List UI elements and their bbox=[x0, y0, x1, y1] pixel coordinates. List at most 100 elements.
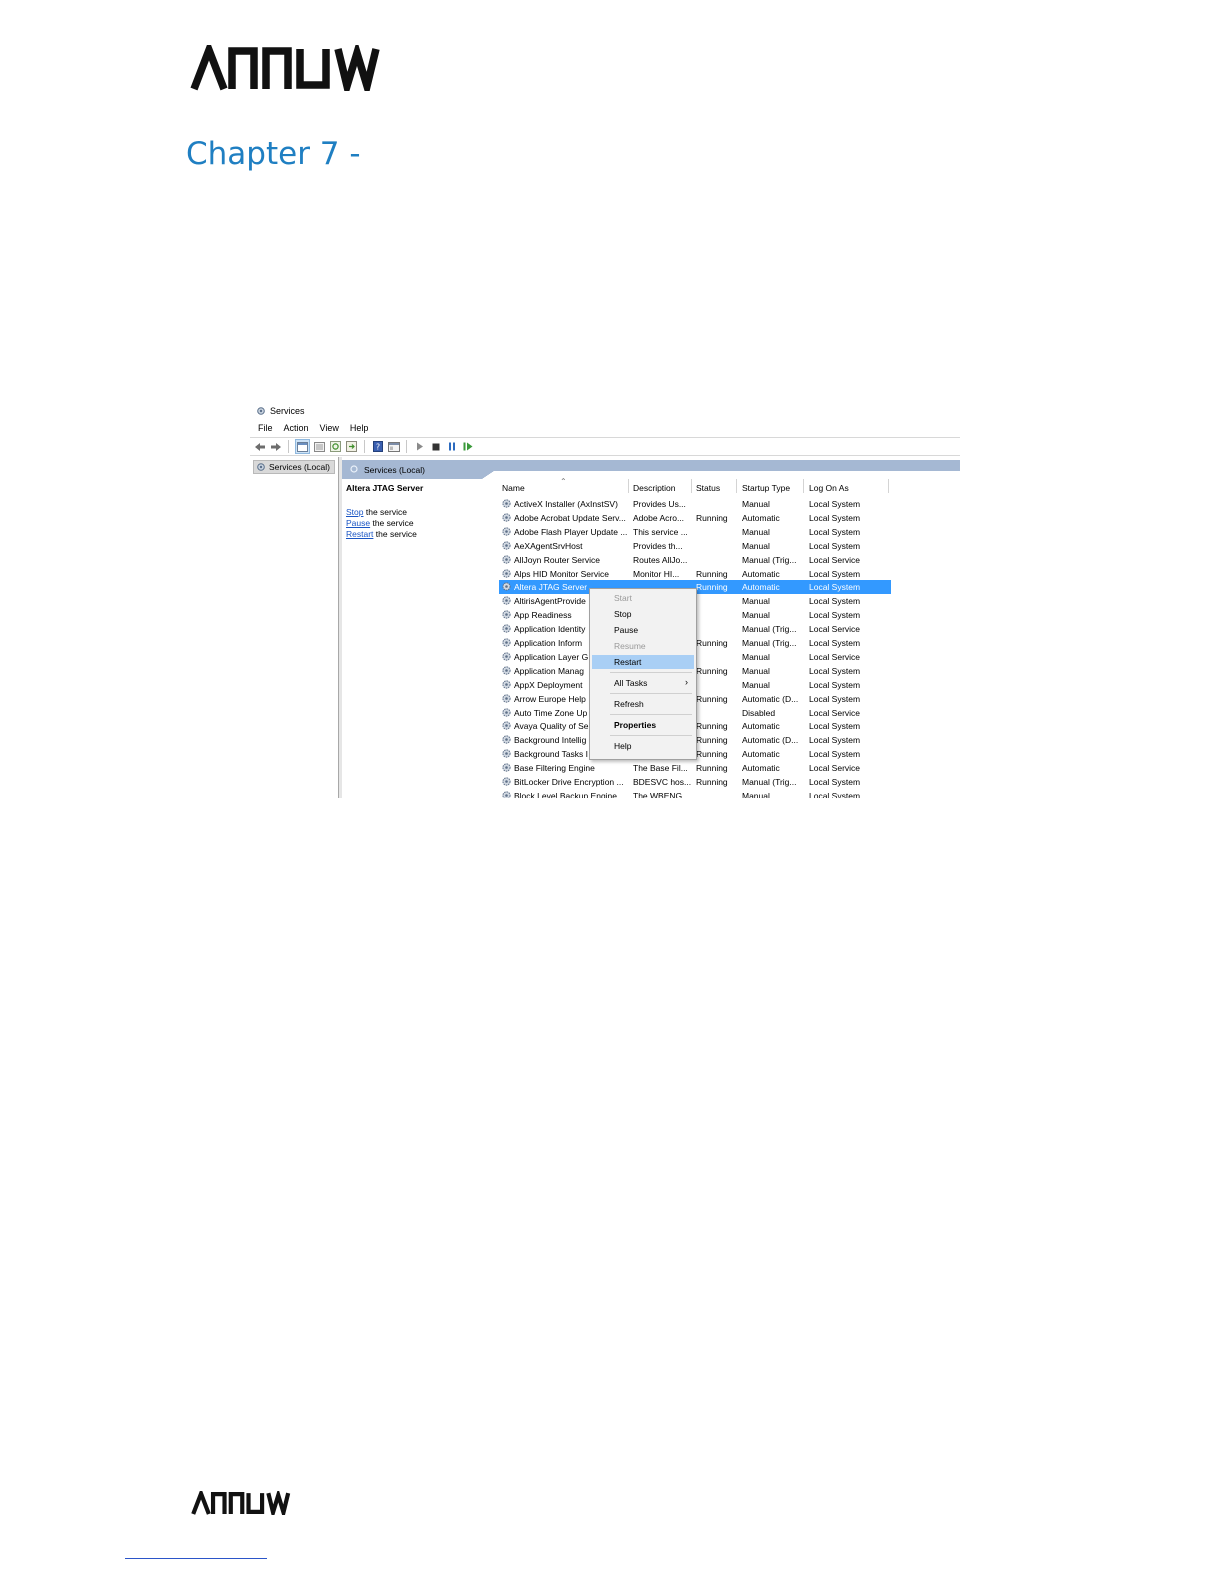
cell-name: AeXAgentSrvHost bbox=[514, 540, 583, 551]
cell-description: BDESVC hos... bbox=[633, 777, 692, 787]
help-icon[interactable]: ? bbox=[371, 440, 384, 453]
cell-log-on-as: Local System bbox=[809, 665, 861, 676]
pause-icon[interactable] bbox=[445, 440, 458, 453]
restart-link[interactable]: Restart bbox=[346, 529, 373, 539]
cell-log-on-as: Local System bbox=[809, 735, 861, 746]
service-gear-icon bbox=[502, 554, 511, 564]
menu-item-properties[interactable]: Properties bbox=[592, 718, 694, 732]
cell-startup-type: Manual bbox=[742, 596, 770, 607]
cell-log-on-as: Local System bbox=[809, 540, 861, 551]
services-window: Services File Action View Help ? Service… bbox=[250, 400, 960, 798]
menu-bar: File Action View Help bbox=[258, 423, 368, 433]
table-row[interactable]: AllJoyn Router Service Routes AllJo... Man… bbox=[499, 553, 891, 567]
service-gear-icon bbox=[502, 791, 511, 798]
menu-item-help[interactable]: Help bbox=[592, 739, 694, 753]
console-icon[interactable] bbox=[387, 440, 400, 453]
window-titlebar: Services bbox=[256, 404, 305, 418]
cell-startup-type: Automatic bbox=[742, 721, 780, 732]
table-row[interactable]: BitLocker Drive Encryption ... BDESVC hos… bbox=[499, 775, 891, 789]
menu-item-resume[interactable]: Resume bbox=[592, 639, 694, 653]
cell-status: Running bbox=[696, 568, 728, 579]
column-separator[interactable] bbox=[803, 479, 804, 493]
cell-name: Block Level Backup Engine ... bbox=[514, 790, 627, 798]
menu-item-pause[interactable]: Pause bbox=[592, 623, 694, 637]
stop-link[interactable]: Stop bbox=[346, 507, 364, 517]
toolbar-separator bbox=[288, 440, 289, 453]
cell-startup-type: Manual bbox=[742, 610, 770, 621]
cell-startup-type: Automatic bbox=[742, 749, 780, 760]
menu-item-start[interactable]: Start bbox=[592, 591, 694, 605]
resume-icon[interactable] bbox=[461, 440, 474, 453]
table-row[interactable]: Adobe Flash Player Update ... This servic… bbox=[499, 525, 891, 539]
tree-item-label: Services (Local) bbox=[269, 462, 330, 472]
menu-action[interactable]: Action bbox=[284, 423, 309, 433]
column-separator[interactable] bbox=[888, 479, 889, 493]
cell-log-on-as: Local Service bbox=[809, 554, 861, 565]
service-gear-icon bbox=[502, 777, 511, 786]
footer-rule bbox=[125, 1558, 267, 1559]
column-separator[interactable] bbox=[736, 479, 737, 493]
menu-view[interactable]: View bbox=[320, 423, 339, 433]
cell-log-on-as: Local Service bbox=[809, 651, 861, 662]
cell-description: Routes AllJo... bbox=[633, 554, 688, 565]
stop-icon[interactable] bbox=[429, 440, 442, 453]
cell-name: Alps HID Monitor Service bbox=[514, 568, 609, 579]
pause-link[interactable]: Pause bbox=[346, 518, 370, 528]
back-icon[interactable] bbox=[253, 440, 266, 453]
submenu-arrow-icon: › bbox=[685, 677, 688, 687]
cell-log-on-as: Local System bbox=[809, 568, 861, 579]
table-row[interactable]: Base Filtering Engine The Base Fil... Runn… bbox=[499, 761, 891, 775]
menu-item-all-tasks[interactable]: All Tasks › bbox=[592, 676, 694, 690]
cell-name: ActiveX Installer (AxInstSV) bbox=[514, 499, 618, 509]
table-row[interactable]: Adobe Acrobat Update Serv... Adobe Acro..… bbox=[499, 511, 891, 525]
cell-log-on-as: Local System bbox=[809, 790, 861, 798]
table-row[interactable]: ActiveX Installer (AxInstSV) Provides Us.… bbox=[499, 497, 891, 511]
cell-status: Running bbox=[696, 763, 728, 774]
table-row[interactable]: Block Level Backup Engine ... The WBENG..… bbox=[499, 789, 891, 798]
cell-status: Running bbox=[696, 665, 728, 676]
column-separator[interactable] bbox=[628, 479, 629, 493]
forward-icon[interactable] bbox=[269, 440, 282, 453]
cell-status: Running bbox=[696, 582, 728, 593]
cell-log-on-as: Local System bbox=[809, 679, 861, 690]
column-header-log-on-as[interactable]: Log On As bbox=[809, 483, 849, 493]
table-row[interactable]: AeXAgentSrvHost Provides th... Manual Local… bbox=[499, 539, 891, 553]
table-row[interactable]: Alps HID Monitor Service Monitor HI... Run… bbox=[499, 567, 891, 581]
refresh-icon[interactable] bbox=[329, 440, 342, 453]
action-text: the service bbox=[363, 507, 407, 517]
cell-startup-type: Manual (Trig... bbox=[742, 624, 797, 635]
selected-service-title: Altera JTAG Server bbox=[346, 483, 424, 493]
show-hide-tree-icon[interactable] bbox=[295, 439, 310, 454]
tree-item-services-local[interactable]: Services (Local) bbox=[253, 460, 335, 474]
column-header-description[interactable]: Description bbox=[633, 483, 676, 493]
cell-startup-type: Automatic bbox=[742, 568, 780, 579]
cell-name: Base Filtering Engine bbox=[514, 763, 595, 774]
service-gear-icon bbox=[502, 735, 511, 744]
cell-status: Running bbox=[696, 777, 728, 787]
arrow-logo bbox=[190, 45, 385, 91]
cell-log-on-as: Local System bbox=[809, 721, 861, 732]
pane-divider[interactable] bbox=[339, 457, 342, 798]
action-pause: Pause the service bbox=[346, 518, 414, 528]
export-icon[interactable] bbox=[345, 440, 358, 453]
properties-icon[interactable] bbox=[313, 440, 326, 453]
column-separator[interactable] bbox=[691, 479, 692, 493]
menu-item-refresh[interactable]: Refresh bbox=[592, 697, 694, 711]
menu-item-restart[interactable]: Restart bbox=[592, 655, 694, 669]
column-header-status[interactable]: Status bbox=[696, 483, 720, 493]
cell-status: Running bbox=[696, 638, 728, 648]
pane-header: Services (Local) bbox=[342, 460, 494, 479]
menu-file[interactable]: File bbox=[258, 423, 273, 433]
cell-log-on-as: Local System bbox=[809, 777, 861, 787]
column-header-startup-type[interactable]: Startup Type bbox=[742, 483, 790, 493]
menu-item-stop[interactable]: Stop bbox=[592, 607, 694, 621]
cell-name: AllJoyn Router Service bbox=[514, 554, 600, 565]
cell-startup-type: Automatic (D... bbox=[742, 693, 799, 704]
service-gear-icon bbox=[502, 596, 511, 605]
column-header-name[interactable]: Name bbox=[502, 483, 525, 493]
service-gear-icon bbox=[502, 499, 511, 508]
cell-description: The Base Fil... bbox=[633, 763, 688, 774]
menu-help[interactable]: Help bbox=[350, 423, 369, 433]
window-title: Services bbox=[270, 406, 305, 416]
play-icon[interactable] bbox=[413, 440, 426, 453]
